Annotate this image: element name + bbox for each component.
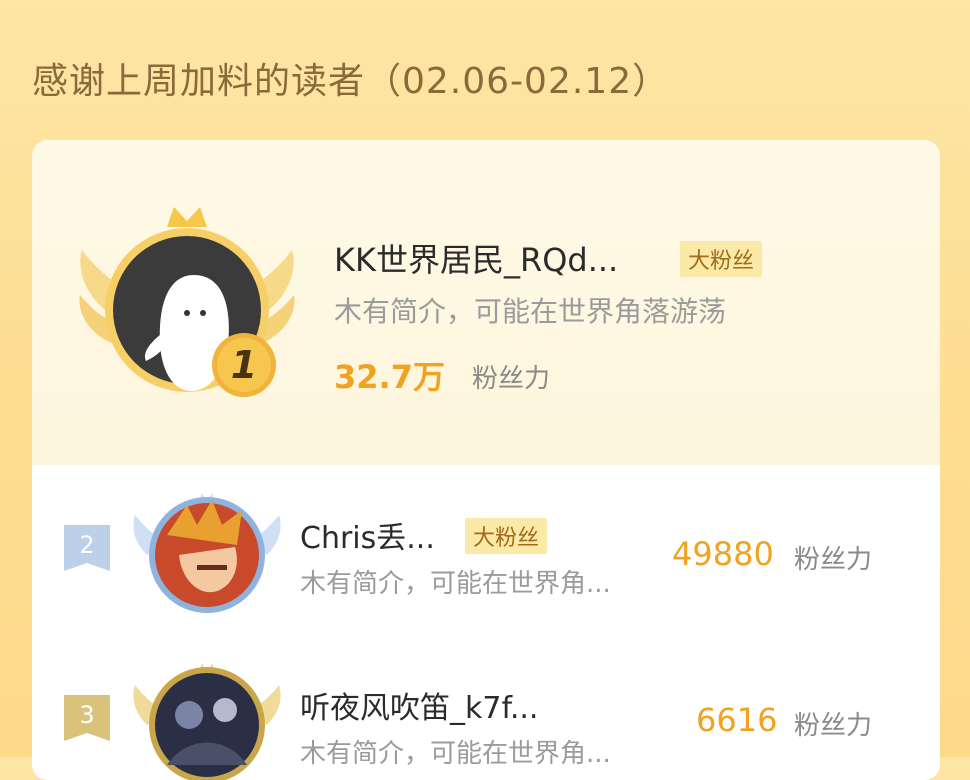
- reader-name[interactable]: 听夜风吹笛_k7f...: [300, 683, 538, 727]
- rank-2-ribbon: 2: [64, 525, 110, 571]
- top-reader-entry[interactable]: 1 KK世界居民_RQd... 大粉丝 木有简介，可能在世界角落游荡 32.7万…: [32, 140, 940, 465]
- top-reader-name[interactable]: KK世界居民_RQd...: [334, 235, 618, 281]
- reader-score: 49880: [672, 535, 774, 573]
- reader-avatar[interactable]: [127, 655, 287, 780]
- page-title: 感谢上周加料的读者（02.06-02.12）: [32, 61, 670, 102]
- score-unit: 粉丝力: [794, 545, 873, 575]
- reader-avatar[interactable]: [127, 485, 287, 615]
- rank-number: 3: [79, 701, 95, 729]
- reader-name[interactable]: Chris丢...: [300, 513, 435, 557]
- reader-ranking-card: 1 KK世界居民_RQd... 大粉丝 木有简介，可能在世界角落游荡 32.7万…: [32, 140, 940, 780]
- reader-bio: 木有简介，可能在世界角...: [300, 569, 611, 599]
- fan-level-badge: 大粉丝: [465, 518, 548, 554]
- top-reader-score: 32.7万: [334, 358, 445, 396]
- fan-level-badge: 大粉丝: [680, 241, 763, 277]
- reader-bio: 木有简介，可能在世界角...: [300, 739, 611, 769]
- rank-3-ribbon: 3: [64, 695, 110, 741]
- rank-number: 1: [230, 343, 258, 387]
- list-item[interactable]: 3 听夜风吹笛_k7f... 木有简介，可能在世界角... 6616 粉丝力: [32, 635, 940, 780]
- list-item[interactable]: 2 Chris丢... 大粉丝 木有简介，可能在世界角... 49880 粉丝力: [32, 465, 940, 635]
- rank-number: 2: [79, 531, 95, 559]
- score-unit: 粉丝力: [794, 711, 873, 741]
- score-unit: 粉丝力: [472, 364, 551, 394]
- reader-list: 2 Chris丢... 大粉丝 木有简介，可能在世界角... 49880 粉丝力: [32, 465, 940, 780]
- top-reader-avatar[interactable]: 1: [72, 195, 302, 405]
- top-reader-bio: 木有简介，可能在世界角落游荡: [334, 295, 727, 328]
- reader-score: 6616: [696, 701, 778, 739]
